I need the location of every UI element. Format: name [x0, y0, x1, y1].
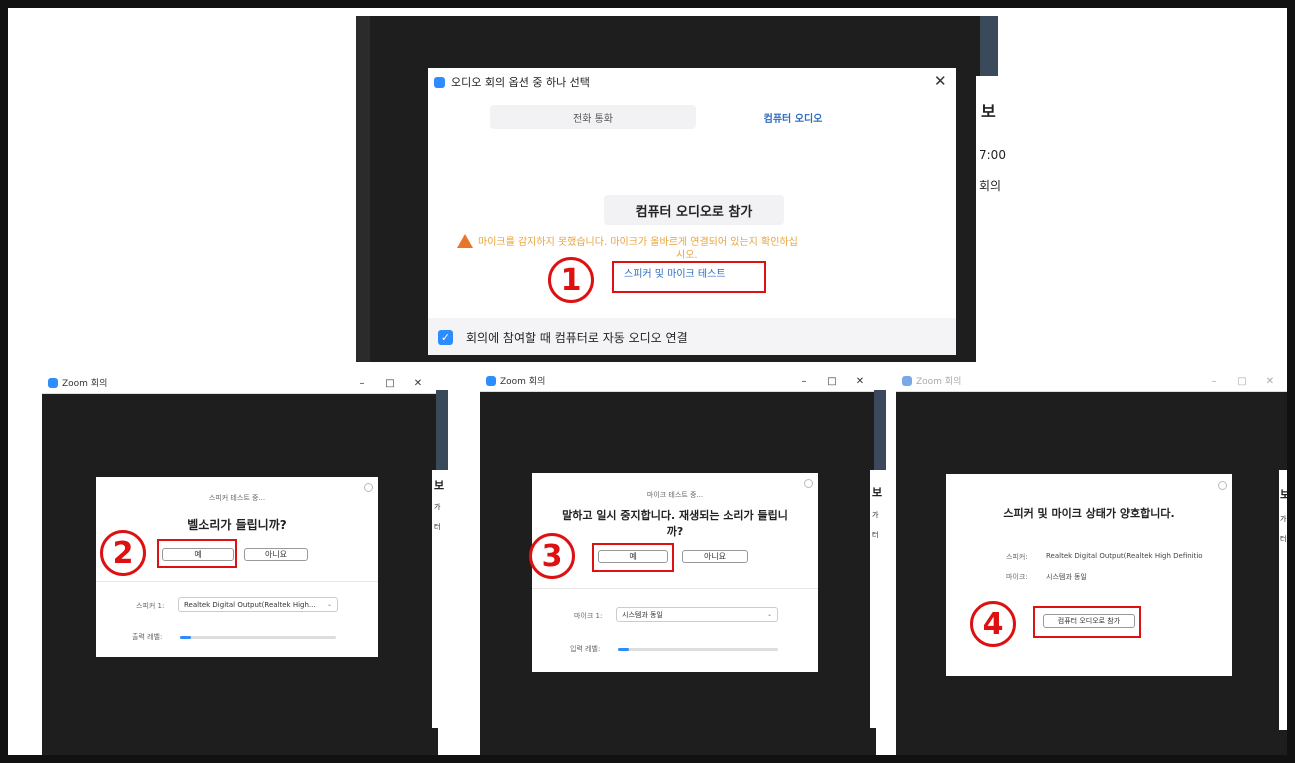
warning-text-line2: 시오.	[676, 250, 698, 261]
peek-text: 보	[1280, 488, 1291, 501]
divider	[96, 581, 378, 582]
auto-connect-label: 회의에 참여할 때 컴퓨터로 자동 오디오 연결	[466, 331, 688, 345]
peek-text-1: 보	[981, 102, 996, 121]
audio-ok-message: 스피커 및 마이크 상태가 양호합니다.	[1003, 507, 1175, 520]
speaker-label: 스피커 1:	[136, 602, 165, 610]
output-level-fill	[180, 636, 191, 639]
peek-text-2: 7:00	[979, 148, 1006, 162]
maximize-icon[interactable]: □	[1228, 376, 1256, 387]
window-2-side-peek	[436, 390, 448, 470]
zoom-logo-icon	[434, 76, 445, 88]
auto-connect-row: ✓ 회의에 참여할 때 컴퓨터로 자동 오디오 연결	[428, 318, 956, 355]
input-level-fill	[618, 648, 630, 651]
mic-value: 시스템과 동일	[1046, 573, 1087, 581]
input-level-meter	[618, 648, 778, 651]
peek-text: 가	[434, 503, 441, 511]
mic-label: 마이크 1:	[574, 612, 603, 620]
dialog-titlebar: 오디오 회의 옵션 중 하나 선택	[428, 68, 956, 96]
minimize-icon[interactable]: –	[1200, 376, 1228, 387]
step-4-marker: 4	[970, 601, 1016, 647]
peek-text: 터	[434, 523, 441, 531]
speaker-test-question: 벨소리가 들립니까?	[187, 518, 287, 532]
window-4-title: Zoom 회의	[916, 377, 962, 387]
peek-text: 가	[872, 511, 879, 519]
peek-text: 터	[872, 531, 879, 539]
speaker-label: 스피커:	[1006, 553, 1028, 561]
auto-connect-checkbox[interactable]: ✓	[438, 330, 453, 345]
chevron-down-icon: ⌄	[766, 611, 772, 618]
dialog-title: 오디오 회의 옵션 중 하나 선택	[451, 76, 590, 89]
window-3-side-peek	[874, 390, 886, 470]
zoom-logo-icon	[48, 377, 58, 388]
maximize-icon[interactable]: □	[818, 376, 846, 387]
maximize-icon[interactable]: □	[376, 378, 404, 389]
peek-text: 터	[1280, 535, 1287, 543]
tab-phone-call[interactable]: 전화 통화	[490, 105, 696, 129]
output-level-label: 출력 레벨:	[132, 633, 163, 641]
mic-test-subtitle: 마이크 테스트 중...	[646, 491, 704, 499]
highlight-join-button	[1033, 606, 1141, 638]
minimize-icon[interactable]: –	[790, 376, 818, 387]
settings-icon[interactable]	[1218, 481, 1227, 490]
mic-test-dialog: 마이크 테스트 중... 말하고 일시 중지합니다. 재생되는 소리가 들립니 …	[532, 473, 818, 672]
zoom-logo-icon	[486, 375, 496, 386]
output-level-meter	[180, 636, 336, 639]
highlight-yes-button	[592, 543, 674, 572]
speaker-select[interactable]: Realtek Digital Output(Realtek High... ⌄	[178, 597, 338, 612]
divider	[532, 588, 818, 589]
top-right-content-peek: 보 7:00 회의	[976, 76, 1016, 366]
mic-label: 마이크:	[1006, 573, 1028, 581]
close-icon[interactable]: ✕	[934, 72, 947, 90]
no-button[interactable]: 아니요	[682, 550, 748, 563]
window-3-side-content: 보 가 터	[870, 470, 894, 728]
speaker-value: Realtek Digital Output(Realtek High Defi…	[1046, 552, 1203, 560]
no-button[interactable]: 아니요	[244, 548, 308, 561]
window-2-controls: – □ ✕	[348, 372, 432, 394]
close-icon[interactable]: ✕	[404, 378, 432, 389]
input-level-label: 입력 레벨:	[570, 645, 601, 653]
peek-text-3: 회의	[979, 179, 1002, 193]
speaker-test-subtitle: 스피커 테스트 중...	[208, 494, 266, 502]
window-3-controls: – □ ✕	[790, 370, 874, 392]
warning-icon	[457, 234, 473, 248]
peek-text: 보	[434, 479, 445, 492]
close-icon[interactable]: ✕	[1256, 376, 1284, 387]
peek-text: 가	[1280, 515, 1287, 523]
close-icon[interactable]: ✕	[846, 376, 874, 387]
zoom-logo-icon	[902, 375, 912, 386]
mic-select-value: 시스템과 동일	[622, 610, 663, 619]
speaker-select-value: Realtek Digital Output(Realtek High...	[184, 600, 316, 609]
join-computer-audio-button[interactable]: 컴퓨터 오디오로 참가	[604, 195, 784, 225]
tab-computer-audio[interactable]: 컴퓨터 오디오	[698, 105, 888, 129]
minimize-icon[interactable]: –	[348, 378, 376, 389]
peek-text: 보	[872, 486, 883, 499]
step-1-marker: 1	[548, 257, 594, 303]
mic-select[interactable]: 시스템과 동일 ⌄	[616, 607, 778, 622]
window-3-title: Zoom 회의	[500, 377, 546, 387]
settings-icon[interactable]	[364, 483, 373, 492]
step-3-marker: 3	[529, 533, 575, 579]
highlight-yes-button	[157, 539, 237, 568]
window-4-controls: – □ ✕	[1200, 370, 1284, 392]
settings-icon[interactable]	[804, 479, 813, 488]
window-4-side-content: 보 가 터	[1279, 470, 1291, 730]
top-right-background-strip	[980, 16, 998, 76]
warning-text-line1: 마이크를 감지하지 못했습니다. 마이크가 올바르게 연결되어 있는지 확인하십	[478, 237, 798, 248]
step-2-marker: 2	[100, 530, 146, 576]
audio-option-dialog: 오디오 회의 옵션 중 하나 선택 ✕ 전화 통화 컴퓨터 오디오 컴퓨터 오디…	[428, 68, 956, 355]
highlight-test-link	[612, 261, 766, 293]
window-2-title: Zoom 회의	[62, 379, 108, 389]
mic-test-question-line1: 말하고 일시 중지합니다. 재생되는 소리가 들립니	[562, 509, 788, 522]
window-2-side-content: 보 가 터	[432, 470, 452, 728]
mic-test-question-line2: 까?	[666, 525, 684, 538]
chevron-down-icon: ⌄	[326, 601, 332, 608]
screenshot-frame: 보 7:00 회의 오디오 회의 옵션 중 하나 선택 ✕ 전화 통화 컴퓨터 …	[0, 0, 1295, 763]
